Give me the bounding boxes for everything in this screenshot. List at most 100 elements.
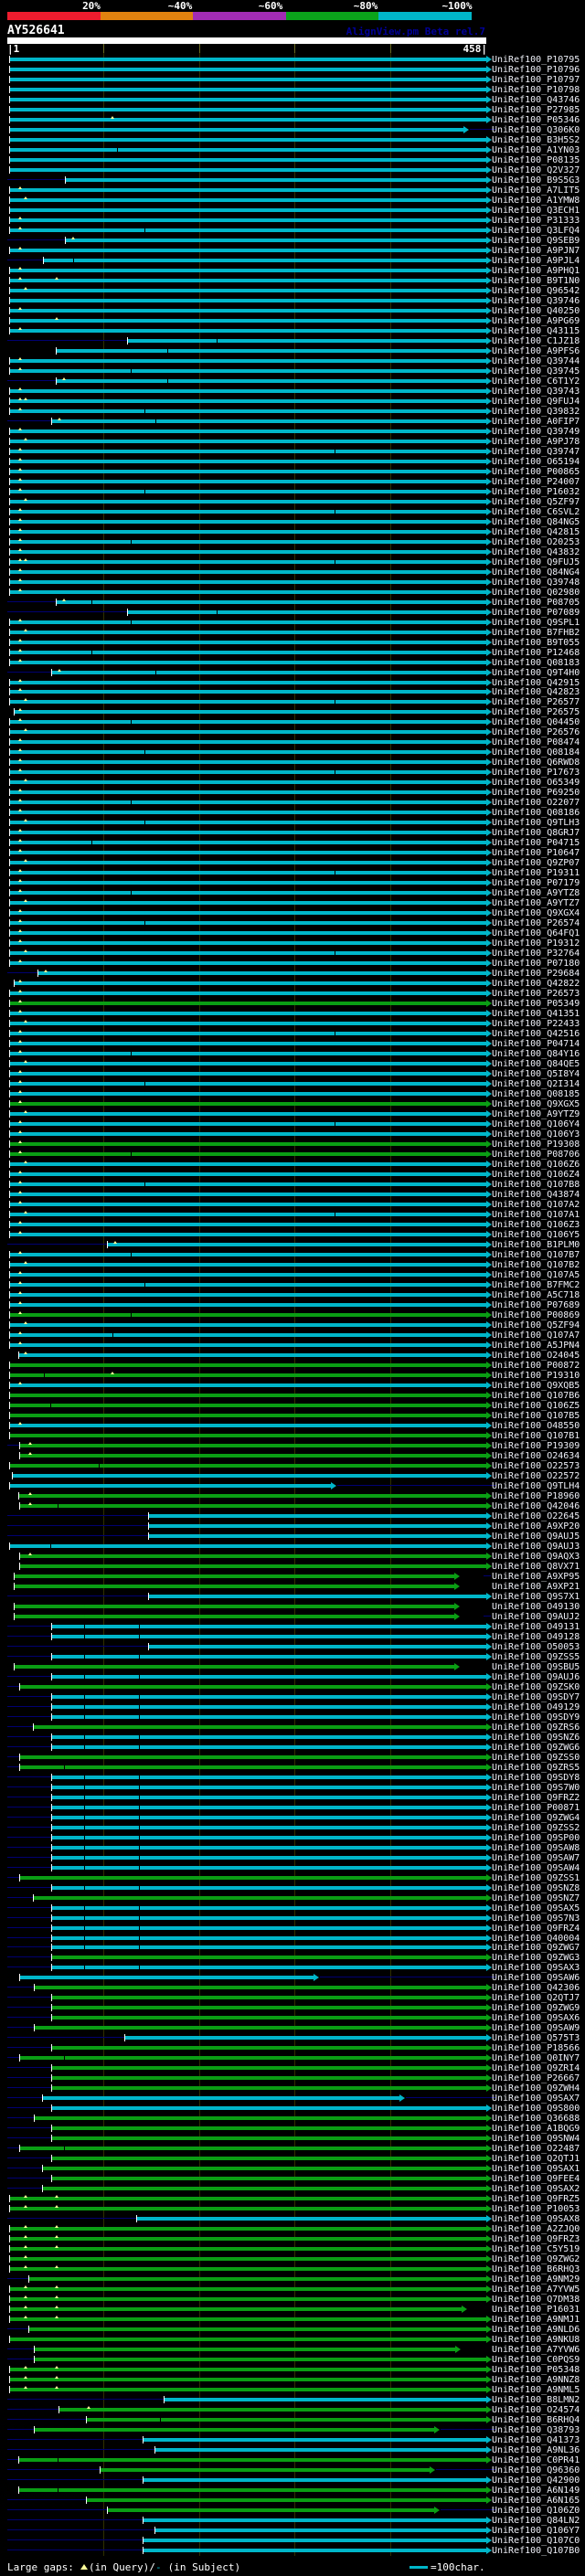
hit-label[interactable]: UniRef100_O24045: [492, 1351, 580, 1361]
alignment-bar[interactable]: [10, 500, 486, 504]
hit-label[interactable]: UniRef100_A7YVW6: [492, 2345, 580, 2355]
alignment-bar[interactable]: [52, 1695, 486, 1699]
hit-label[interactable]: UniRef100_Q9SAW4: [492, 1863, 580, 1873]
alignment-bar[interactable]: [10, 2337, 486, 2341]
alignment-bar[interactable]: [10, 128, 463, 132]
alignment-bar[interactable]: [66, 178, 486, 182]
hit-label[interactable]: UniRef100_A6N165: [492, 2496, 580, 2506]
alignment-bar[interactable]: [128, 339, 486, 343]
hit-label[interactable]: UniRef100_Q9SDY9: [492, 1712, 580, 1723]
alignment-bar[interactable]: [20, 2147, 486, 2150]
hit-label[interactable]: UniRef100_P26576: [492, 727, 580, 737]
hit-label[interactable]: UniRef100_P07179: [492, 878, 580, 888]
hit-label[interactable]: UniRef100_Q107B5: [492, 1411, 580, 1421]
alignment-bar[interactable]: [10, 2368, 486, 2371]
alignment-bar[interactable]: [10, 269, 486, 272]
alignment-bar[interactable]: [10, 409, 486, 413]
hit-label[interactable]: UniRef100_Q3ECH1: [492, 206, 580, 216]
hit-label[interactable]: UniRef100_Q7DM38: [492, 2295, 580, 2305]
hit-label[interactable]: UniRef100_C1JZ18: [492, 336, 580, 346]
hit-label[interactable]: UniRef100_Q9SNW4: [492, 2134, 580, 2144]
hit-label[interactable]: UniRef100_B7FMC2: [492, 1280, 580, 1290]
alignment-bar[interactable]: [10, 1363, 486, 1367]
alignment-bar[interactable]: [10, 1082, 486, 1086]
alignment-bar[interactable]: [52, 1936, 486, 1940]
alignment-bar[interactable]: [52, 2066, 486, 2070]
alignment-bar[interactable]: [15, 1665, 454, 1669]
hit-label[interactable]: UniRef100_O22573: [492, 1461, 580, 1471]
hit-label[interactable]: UniRef100_A0FIP7: [492, 417, 580, 427]
alignment-bar[interactable]: [52, 1776, 486, 1779]
hit-label[interactable]: UniRef100_Q9AUJ3: [492, 1542, 580, 1552]
hit-label[interactable]: UniRef100_C0PR41: [492, 2455, 580, 2465]
alignment-bar[interactable]: [10, 891, 486, 895]
alignment-bar[interactable]: [52, 2126, 486, 2130]
hit-label[interactable]: UniRef100_A9PJN7: [492, 246, 580, 256]
alignment-bar[interactable]: [52, 1625, 486, 1628]
hit-label[interactable]: UniRef100_Q9ZSS2: [492, 1823, 580, 1833]
alignment-bar[interactable]: [10, 1022, 486, 1025]
alignment-bar[interactable]: [149, 1514, 486, 1518]
hit-label[interactable]: UniRef100_A9YTZ9: [492, 1109, 580, 1119]
alignment-bar[interactable]: [10, 98, 486, 101]
hit-label[interactable]: UniRef100_Q84QE5: [492, 1059, 580, 1069]
hit-label[interactable]: UniRef100_Q42516: [492, 1029, 580, 1039]
alignment-bar[interactable]: [10, 1313, 486, 1317]
hit-label[interactable]: UniRef100_P07180: [492, 959, 580, 969]
hit-label[interactable]: UniRef100_Q42046: [492, 1501, 580, 1511]
alignment-bar[interactable]: [10, 931, 486, 935]
hit-label[interactable]: UniRef100_P19311: [492, 868, 580, 878]
alignment-bar[interactable]: [10, 921, 486, 925]
alignment-bar[interactable]: [137, 2217, 486, 2221]
hit-label[interactable]: UniRef100_O49128: [492, 1632, 580, 1642]
hit-label[interactable]: UniRef100_Q9FRZ2: [492, 1793, 580, 1803]
alignment-bar[interactable]: [10, 1112, 486, 1116]
hit-label[interactable]: UniRef100_Q42900: [492, 2475, 580, 2486]
hit-label[interactable]: UniRef100_Q107B1: [492, 1431, 580, 1441]
alignment-bar[interactable]: [52, 1715, 486, 1719]
hit-label[interactable]: UniRef100_O22572: [492, 1471, 580, 1481]
hit-label[interactable]: UniRef100_P08474: [492, 737, 580, 747]
hit-label[interactable]: UniRef100_P19312: [492, 938, 580, 949]
alignment-bar[interactable]: [52, 2086, 486, 2090]
alignment-bar[interactable]: [19, 1353, 486, 1357]
hit-label[interactable]: UniRef100_O65349: [492, 778, 580, 788]
hit-label[interactable]: UniRef100_P00872: [492, 1361, 580, 1371]
alignment-bar[interactable]: [52, 2076, 486, 2080]
alignment-bar[interactable]: [10, 2317, 486, 2321]
hit-label[interactable]: UniRef100_P10797: [492, 75, 580, 85]
alignment-bar[interactable]: [10, 2247, 486, 2251]
hit-label[interactable]: UniRef100_P07089: [492, 608, 580, 618]
alignment-bar[interactable]: [10, 188, 486, 192]
hit-label[interactable]: UniRef100_P16032: [492, 487, 580, 497]
hit-label[interactable]: UniRef100_Q9FUJ4: [492, 397, 580, 407]
hit-label[interactable]: UniRef100_A7YVW5: [492, 2284, 580, 2295]
hit-label[interactable]: UniRef100_O24574: [492, 2405, 580, 2415]
alignment-bar[interactable]: [52, 1635, 486, 1638]
hit-label[interactable]: UniRef100_Q9T4H0: [492, 668, 580, 678]
hit-label[interactable]: UniRef100_A9NMJ1: [492, 2315, 580, 2325]
hit-label[interactable]: UniRef100_A7LIT5: [492, 186, 580, 196]
alignment-bar[interactable]: [10, 1323, 486, 1327]
hit-label[interactable]: UniRef100_P26577: [492, 697, 580, 707]
hit-label[interactable]: UniRef100_Q9AQX3: [492, 1552, 580, 1562]
hit-label[interactable]: UniRef100_A5C718: [492, 1290, 580, 1300]
hit-label[interactable]: UniRef100_Q106Y3: [492, 1129, 580, 1140]
alignment-bar[interactable]: [10, 780, 486, 784]
hit-label[interactable]: UniRef100_P32764: [492, 949, 580, 959]
hit-label[interactable]: UniRef100_Q9ZWG4: [492, 1813, 580, 1823]
alignment-bar[interactable]: [43, 2167, 486, 2170]
alignment-bar[interactable]: [52, 2157, 486, 2160]
alignment-bar[interactable]: [10, 831, 486, 834]
hit-label[interactable]: UniRef100_Q9SEB9: [492, 236, 580, 246]
alignment-bar[interactable]: [20, 1755, 486, 1759]
hit-label[interactable]: UniRef100_Q08184: [492, 747, 580, 758]
alignment-bar[interactable]: [10, 2378, 486, 2381]
hit-label[interactable]: UniRef100_Q08185: [492, 1089, 580, 1099]
alignment-bar[interactable]: [10, 520, 486, 524]
alignment-bar[interactable]: [57, 379, 486, 383]
hit-label[interactable]: UniRef100_P69250: [492, 788, 580, 798]
alignment-bar[interactable]: [35, 2348, 455, 2351]
alignment-bar[interactable]: [35, 2116, 486, 2120]
alignment-bar[interactable]: [10, 1223, 486, 1226]
